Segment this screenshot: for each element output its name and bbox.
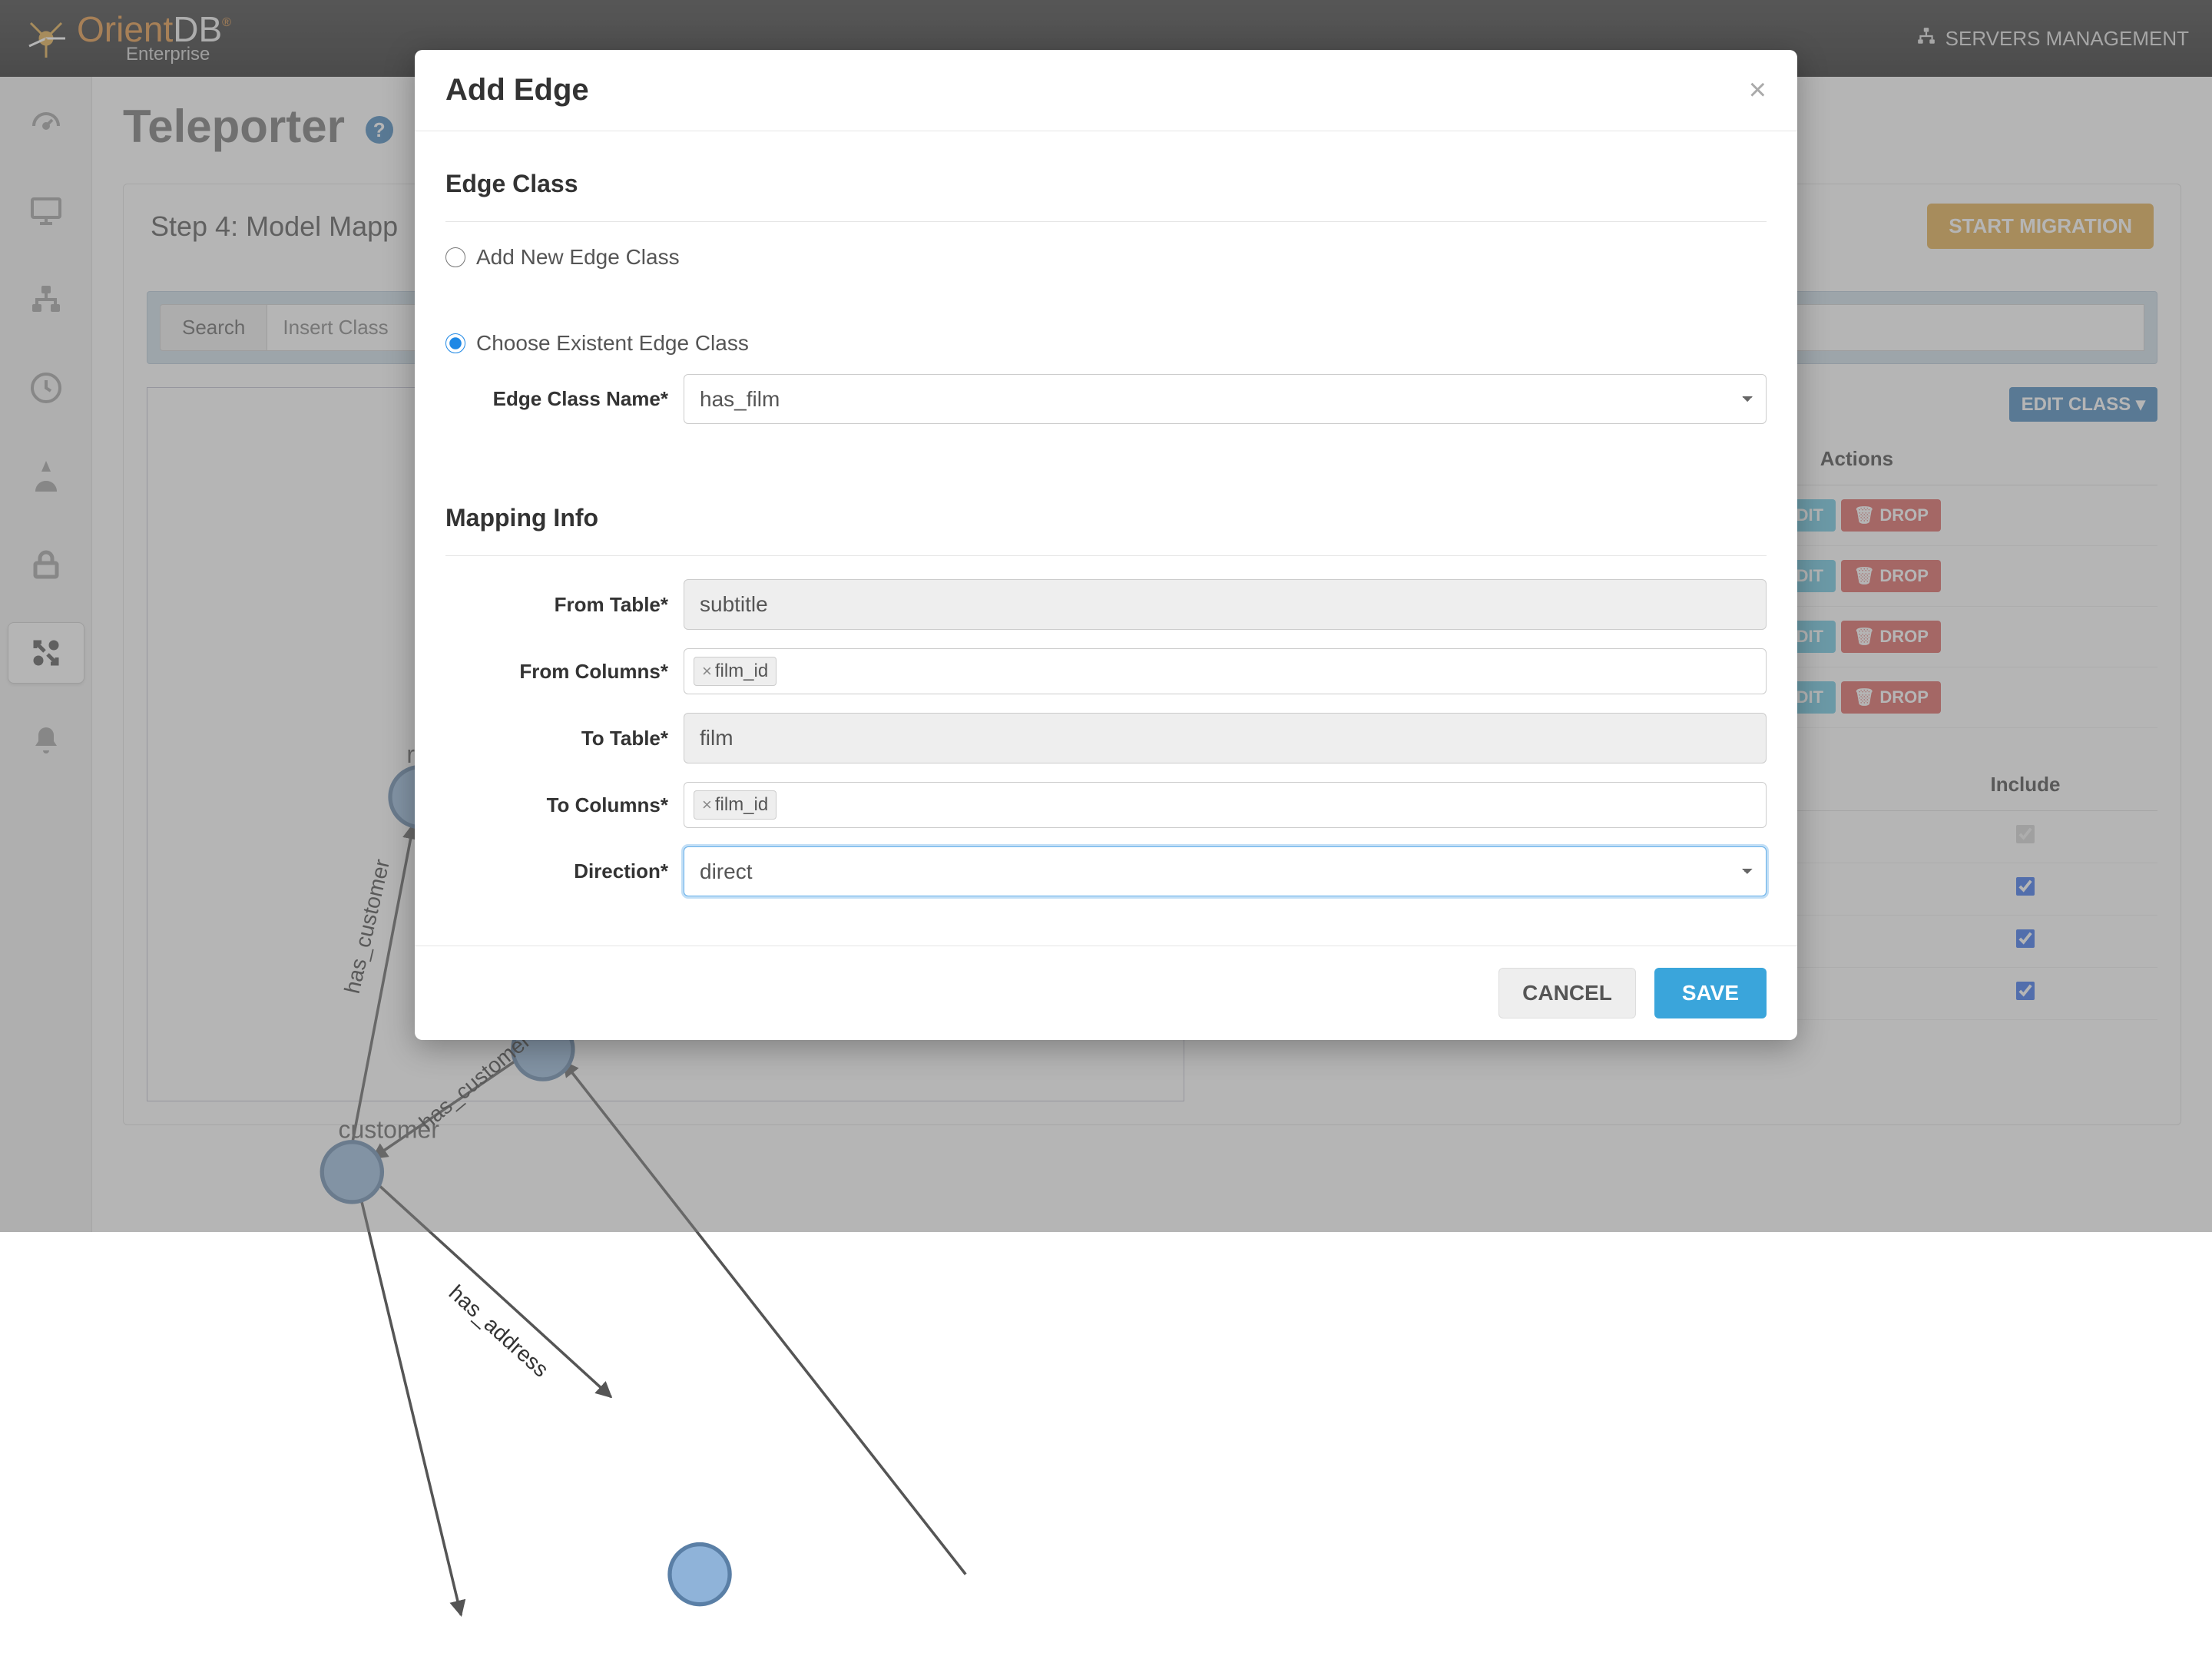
edge-class-name-select[interactable]: has_film: [684, 374, 1767, 424]
modal-overlay: Add Edge × Edge Class Add New Edge Class…: [0, 0, 2212, 1232]
modal-title: Add Edge: [445, 73, 589, 108]
remove-token-icon[interactable]: ×: [702, 661, 712, 681]
remove-token-icon[interactable]: ×: [702, 795, 712, 814]
direction-select[interactable]: direct: [684, 846, 1767, 896]
from-table-label: From Table*: [445, 593, 684, 617]
close-icon[interactable]: ×: [1749, 73, 1767, 108]
to-columns-input[interactable]: ×film_id: [684, 782, 1767, 828]
radio-choose-existing-label: Choose Existent Edge Class: [476, 331, 749, 356]
section-edge-class: Edge Class: [445, 170, 1767, 198]
modal-footer: CANCEL SAVE: [415, 946, 1797, 1040]
save-button[interactable]: SAVE: [1654, 968, 1767, 1018]
radio-add-new-label: Add New Edge Class: [476, 245, 680, 270]
radio-choose-existing[interactable]: Choose Existent Edge Class: [445, 331, 1767, 356]
from-columns-input[interactable]: ×film_id: [684, 648, 1767, 694]
to-table-label: To Table*: [445, 727, 684, 750]
cancel-button[interactable]: CANCEL: [1498, 968, 1636, 1018]
direction-label: Direction*: [445, 859, 684, 883]
from-columns-label: From Columns*: [445, 660, 684, 684]
from-table-input: [684, 579, 1767, 630]
to-columns-label: To Columns*: [445, 793, 684, 817]
add-edge-modal: Add Edge × Edge Class Add New Edge Class…: [415, 50, 1797, 1040]
radio-choose-existing-input[interactable]: [445, 333, 465, 353]
radio-add-new[interactable]: Add New Edge Class: [445, 245, 1767, 270]
from-columns-token[interactable]: ×film_id: [694, 657, 777, 686]
modal-body: Edge Class Add New Edge Class Choose Exi…: [415, 131, 1797, 946]
modal-header: Add Edge ×: [415, 50, 1797, 131]
edge-class-name-label: Edge Class Name*: [445, 387, 684, 411]
radio-add-new-input[interactable]: [445, 247, 465, 267]
to-table-input: [684, 713, 1767, 763]
section-mapping-info: Mapping Info: [445, 504, 1767, 532]
to-columns-token[interactable]: ×film_id: [694, 790, 777, 820]
